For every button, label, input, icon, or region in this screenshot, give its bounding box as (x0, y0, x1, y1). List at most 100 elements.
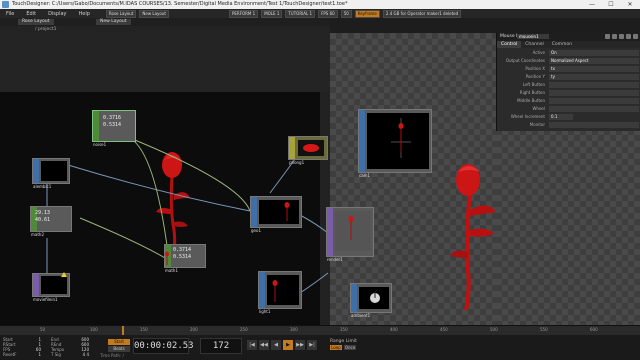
maximize-button[interactable]: ☐ (603, 1, 619, 8)
param-value[interactable] (549, 90, 639, 96)
param-right-button[interactable]: Right Button (497, 89, 640, 97)
go-to-start-button[interactable]: |◀ (247, 340, 257, 350)
cam1-label: cam1 (359, 173, 371, 178)
geo1-label: geo1 (251, 228, 261, 233)
window-title: TouchDesigner: C:/Users/Gabo/Documents/M… (12, 1, 348, 7)
network-path-bar: / project1 (0, 26, 330, 33)
frame-display[interactable]: 172 (200, 338, 242, 354)
perf-label: ResetF (3, 352, 17, 357)
timeline-tick: 150 (140, 327, 148, 332)
time-path: Time Path: / (100, 353, 124, 358)
noise1-chop[interactable]: 0.3716 0.5314 noise1 (92, 110, 136, 147)
param-value[interactable] (549, 106, 639, 112)
light1-thumb-rose (272, 280, 278, 302)
tab-new-layout[interactable]: New Layout (96, 19, 131, 25)
mode-field[interactable]: MOLE 1 (261, 9, 283, 18)
menu-edit[interactable]: Edit (20, 11, 42, 17)
go-to-end-button[interactable]: ▶| (307, 340, 317, 350)
timecode-mode-button[interactable]: Start (108, 339, 130, 345)
param-position-y[interactable]: Position Y ty (497, 73, 640, 81)
menu-display[interactable]: Display (42, 11, 72, 17)
phong1-label: phong1 (289, 160, 305, 165)
status-message: 2.4 GB for Operator maker1 deleted (382, 9, 462, 18)
menu-help[interactable]: Help (73, 11, 96, 17)
timeline-tick: 450 (440, 327, 448, 332)
noise1-value-ty: 0.5314 (103, 122, 122, 128)
param-value[interactable] (549, 122, 639, 128)
param-value[interactable]: Normalized Aspect (549, 58, 639, 64)
param-label: Monitor (529, 122, 545, 127)
param-middle-button[interactable]: Middle Button (497, 97, 640, 105)
timeline-tick: 350 (340, 327, 348, 332)
perf-label: T Sig (51, 352, 61, 357)
tab-rose-layout[interactable]: Rose Layout (18, 19, 54, 25)
perf-value[interactable]: 4 4 (71, 352, 89, 357)
menu-file[interactable]: File (0, 11, 20, 17)
alembic1-sop[interactable]: alembic1 (32, 158, 70, 189)
cam1-thumb-rose (391, 118, 411, 158)
keyframe-button[interactable]: Keyframe (354, 9, 380, 18)
math2-chop[interactable]: 29.13 40.61 math2 (30, 206, 72, 237)
info-icon[interactable] (612, 34, 617, 39)
tab-control[interactable]: Control (497, 41, 522, 48)
param-wheel-increment[interactable]: Wheel Increment 0.1 (497, 113, 640, 121)
layout-field[interactable]: Rose Layout (105, 9, 137, 18)
fast-forward-button[interactable]: ▶▶ (295, 340, 305, 350)
param-value[interactable]: On (549, 50, 639, 56)
timeline-tick: 300 (290, 327, 298, 332)
param-value[interactable]: 0.1 (549, 114, 573, 120)
param-monitor[interactable]: Monitor (497, 121, 640, 129)
param-value[interactable] (549, 82, 639, 88)
close-button[interactable]: ✕ (622, 1, 638, 8)
rewind-button[interactable]: ◀◀ (259, 340, 269, 350)
tab-channel[interactable]: Channel (521, 41, 547, 48)
param-value[interactable]: ty (549, 74, 639, 80)
network-path: / project1 (35, 27, 57, 32)
timeline-tick: 550 (540, 327, 548, 332)
moviefilein1-top[interactable]: moviefilein1 (32, 272, 70, 302)
expand-icon[interactable] (633, 34, 638, 39)
param-left-button[interactable]: Left Button (497, 81, 640, 89)
range-limit-label: Range Limit (330, 339, 357, 344)
perf-value[interactable]: 1 (21, 352, 41, 357)
parameter-panel: Mouse In mousein1 Control Channel Common… (496, 33, 640, 131)
network-tab-bar: Rose Layout New Layout (0, 18, 330, 26)
beats-mode-button[interactable]: Beats (108, 346, 130, 352)
param-label: Right Button (519, 90, 545, 95)
geo1-comp[interactable]: geo1 (250, 196, 302, 233)
tab-common[interactable]: Common (548, 41, 576, 48)
help-icon[interactable] (605, 34, 610, 39)
tutorial-field[interactable]: TUTORIAL 1 (285, 9, 316, 18)
timecode-display[interactable]: 00:00:02.53 (133, 338, 194, 354)
panel-op-name-field[interactable]: mousein1 (517, 34, 549, 39)
param-wheel[interactable]: Wheel (497, 105, 640, 113)
pin-icon[interactable] (626, 34, 631, 39)
param-label: Wheel (532, 106, 545, 111)
play-button[interactable]: ▶ (283, 340, 293, 350)
value-field[interactable]: 50 (340, 9, 352, 18)
light1-label: light1 (259, 309, 271, 314)
material-preview-icon (303, 144, 319, 152)
timeline-tick: 500 (490, 327, 498, 332)
perform-field[interactable]: PERFORM 1 (228, 9, 259, 18)
fps-field[interactable]: FPS 60 (318, 9, 338, 18)
param-label: Position X (525, 66, 545, 71)
phong1-mat[interactable]: phong1 (288, 136, 328, 165)
moviefilein1-label: moviefilein1 (33, 297, 58, 302)
loop-button[interactable]: Loop (330, 345, 342, 350)
param-value[interactable]: tx (549, 66, 639, 72)
param-position-x[interactable]: Position X tx (497, 65, 640, 73)
render1-label: render1 (327, 257, 343, 262)
step-back-button[interactable]: ◀ (271, 340, 281, 350)
param-active[interactable]: Active On (497, 49, 640, 57)
param-output-coordinates[interactable]: Output Coordinates Normalized Aspect (497, 57, 640, 65)
once-button[interactable]: Once (344, 345, 356, 350)
gear-icon[interactable] (619, 34, 624, 39)
timeline-tick: 600 (590, 327, 598, 332)
math1-value-tx: 0.3714 (173, 247, 192, 253)
param-label: Position Y (525, 74, 545, 79)
minimize-button[interactable]: — (584, 1, 600, 8)
layout-field-2[interactable]: New Layout (139, 9, 169, 18)
param-value[interactable] (549, 98, 639, 104)
timeline-tick: 250 (240, 327, 248, 332)
